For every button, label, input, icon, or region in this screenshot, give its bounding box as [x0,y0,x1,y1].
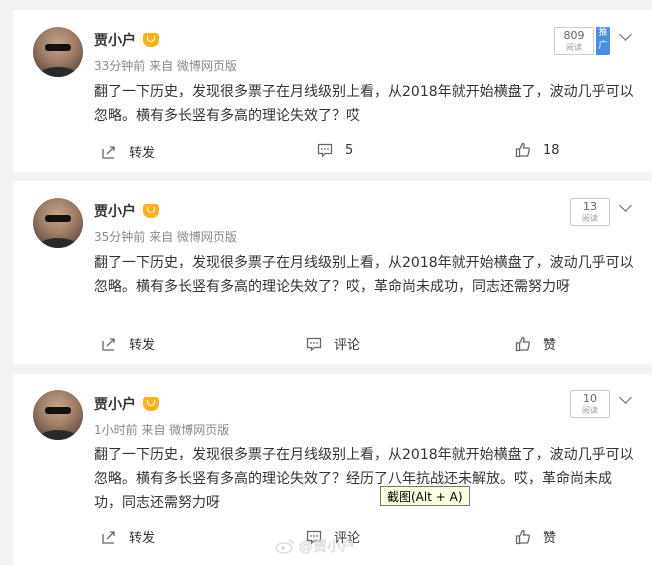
repost-button[interactable]: 转发 [101,334,155,353]
thumbs-up-icon [515,142,530,158]
repost-button[interactable]: 转发 [101,142,155,161]
like-count: 18 [543,142,560,158]
avatar[interactable] [33,27,83,77]
crown-badge-icon [143,397,159,411]
thumbs-up-icon [515,529,530,544]
chevron-down-icon[interactable] [619,28,632,41]
repost-button[interactable]: 转发 [101,527,155,546]
post-content: 翻了一下历史，发现很多票子在月线级别上看，从2018年就开始横盘了，波动几乎可以… [94,255,634,295]
comment-button[interactable]: 5 [317,142,353,158]
read-count-label: 阅读 [566,43,582,52]
post-meta: 35分钟前 来自 微博网页版 [94,230,237,244]
post-content: 翻了一下历史，发现很多票子在月线级别上看，从2018年就开始横盘了，波动几乎可以… [94,84,634,124]
crown-badge-icon [143,204,159,218]
comment-icon [306,337,322,351]
post-meta: 1小时前 来自 微博网页版 [94,423,230,437]
read-count: 809 阅读 [554,27,594,55]
thumbs-up-icon [515,336,530,351]
read-count: 10 阅读 [570,390,610,418]
like-button[interactable]: 赞 [515,527,556,546]
author-name[interactable]: 贾小户 [94,30,136,50]
read-count-value: 13 [583,200,597,213]
comment-label: 评论 [334,338,361,353]
repost-label: 转发 [129,338,156,353]
comment-icon [317,143,333,158]
chevron-down-icon[interactable] [619,391,632,404]
like-label: 赞 [543,531,557,546]
post-card: 贾小户 33分钟前 来自 微博网页版 翻了一下历史，发现很多票子在月线级别上看，… [13,10,652,172]
watermark: @贾小户 [275,536,355,556]
watermark-text: @贾小户 [299,539,355,555]
like-label: 赞 [543,338,557,353]
read-count-value: 10 [583,392,597,405]
read-count-value: 809 [563,29,585,42]
read-count-label: 阅读 [582,214,598,223]
crown-badge-icon [143,33,159,47]
author-name[interactable]: 贾小户 [94,201,136,221]
like-button[interactable]: 赞 [515,334,556,353]
screenshot-tooltip: 截图(Alt + A) [380,486,470,506]
like-button[interactable]: 18 [515,142,560,158]
share-icon [102,530,115,544]
avatar[interactable] [33,198,83,248]
repost-label: 转发 [129,531,156,546]
promote-button[interactable]: 推广 [596,27,610,55]
post-card: 贾小户 35分钟前 来自 微博网页版 翻了一下历史，发现很多票子在月线级别上看，… [13,181,652,364]
comment-count: 5 [345,142,354,158]
weibo-logo-icon [275,539,294,554]
repost-label: 转发 [129,146,156,161]
share-icon [102,145,115,159]
comment-button[interactable]: 评论 [306,334,360,353]
read-count: 13 阅读 [570,198,610,226]
post-content: 翻了一下历史，发现很多票子在月线级别上看，从2018年就开始横盘了，波动几乎可以… [94,447,634,511]
share-icon [102,337,115,351]
chevron-down-icon[interactable] [619,199,632,212]
read-count-label: 阅读 [582,406,598,415]
post-meta: 33分钟前 来自 微博网页版 [94,59,237,73]
author-name[interactable]: 贾小户 [94,394,136,414]
avatar[interactable] [33,390,83,440]
